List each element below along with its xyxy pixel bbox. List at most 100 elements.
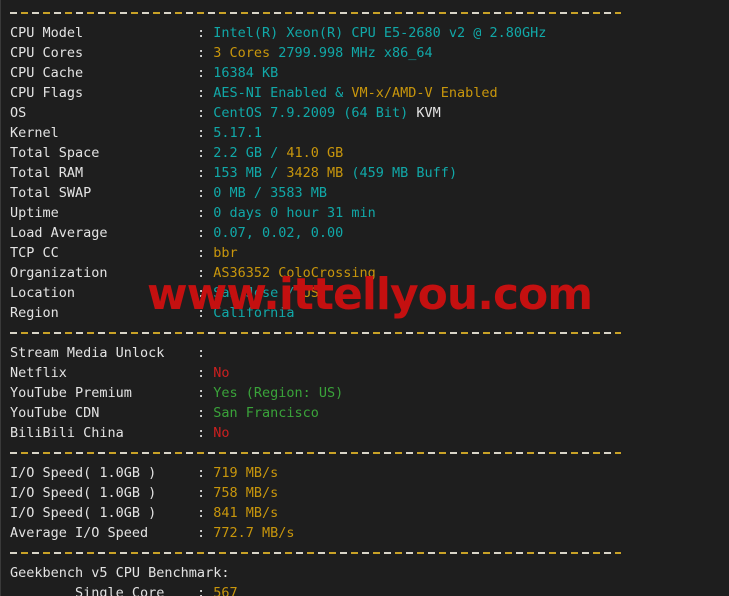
row-colon: : — [196, 405, 214, 421]
row-value: 16384 KB — [213, 65, 279, 81]
row-value: KVM — [416, 105, 441, 121]
io-speed-row-1: I/O Speed( 1.0GB ) : 758 MB/s — [1, 483, 729, 503]
row-value: 2799.998 MHz x86_64 — [278, 45, 433, 61]
row-colon: : — [196, 105, 214, 121]
sysinfo-row-cpu-model: CPU Model : Intel(R) Xeon(R) CPU E5-2680… — [1, 23, 729, 43]
row-colon: : — [196, 525, 214, 541]
row-label: OS — [10, 105, 197, 121]
separator-stream — [1, 323, 729, 343]
row-value: AES-NI Enabled — [213, 85, 336, 101]
row-value: 772.7 MB/s — [213, 525, 295, 541]
row-colon: : — [196, 385, 214, 401]
stream-media-header: Stream Media Unlock : — [1, 343, 729, 363]
row-label: Kernel — [10, 125, 197, 141]
io-speed-row-0: I/O Speed( 1.0GB ) : 719 MB/s — [1, 463, 729, 483]
row-label: Region — [10, 305, 197, 321]
row-colon: : — [196, 205, 214, 221]
row-value: / — [286, 285, 303, 301]
sysinfo-row-cpu-cores: CPU Cores : 3 Cores 2799.998 MHz x86_64 — [1, 43, 729, 63]
row-label: CPU Model — [10, 25, 197, 41]
row-value: 3 Cores — [213, 45, 279, 61]
sysinfo-row-region: Region : California — [1, 303, 729, 323]
row-colon: : — [196, 85, 214, 101]
sysinfo-row-tcp-cc: TCP CC : bbr — [1, 243, 729, 263]
row-value: San Francisco — [213, 405, 319, 421]
sysinfo-row-os: OS : CentOS 7.9.2009 (64 Bit) KVM — [1, 103, 729, 123]
row-label: CPU Cache — [10, 65, 197, 81]
sysinfo-row-total-swap: Total SWAP : 0 MB / 3583 MB — [1, 183, 729, 203]
row-colon: : — [196, 265, 214, 281]
sysinfo-row-total-space: Total Space : 2.2 GB / 41.0 GB — [1, 143, 729, 163]
row-value: (459 MB Buff) — [351, 165, 458, 181]
row-label: Average I/O Speed — [10, 525, 197, 541]
row-label: Uptime — [10, 205, 197, 221]
row-colon: : — [196, 225, 214, 241]
row-colon: : — [196, 345, 214, 361]
row-value: 3428 MB — [286, 165, 352, 181]
row-label: TCP CC — [10, 245, 197, 261]
stream-row-youtube-premium: YouTube Premium : Yes (Region: US) — [1, 383, 729, 403]
sysinfo-row-uptime: Uptime : 0 days 0 hour 31 min — [1, 203, 729, 223]
row-label: Location — [10, 285, 197, 301]
row-value: CentOS 7.9.2009 (64 Bit) — [213, 105, 417, 121]
row-colon: : — [196, 365, 214, 381]
row-value: No — [213, 365, 230, 381]
stream-row-bilibili-china: BiliBili China : No — [1, 423, 729, 443]
row-value: & — [335, 85, 352, 101]
row-label: Total SWAP — [10, 185, 197, 201]
row-value: San Jose — [213, 285, 287, 301]
row-label: BiliBili China — [10, 425, 197, 441]
sysinfo-row-location: Location : San Jose / US — [1, 283, 729, 303]
row-value: bbr — [213, 245, 238, 261]
stream-row-youtube-cdn: YouTube CDN : San Francisco — [1, 403, 729, 423]
sysinfo-row-cpu-cache: CPU Cache : 16384 KB — [1, 63, 729, 83]
row-value: 2.2 GB — [213, 145, 271, 161]
row-label: Netflix — [10, 365, 197, 381]
row-label: CPU Cores — [10, 45, 197, 61]
row-colon: : — [196, 245, 214, 261]
row-colon: : — [196, 305, 214, 321]
sysinfo-row-load-average: Load Average : 0.07, 0.02, 0.00 — [1, 223, 729, 243]
sysinfo-row-kernel: Kernel : 5.17.1 — [1, 123, 729, 143]
row-label: Load Average — [10, 225, 197, 241]
row-label: YouTube CDN — [10, 405, 197, 421]
geekbench-title: Geekbench v5 CPU Benchmark: — [1, 563, 729, 583]
row-value: 5.17.1 — [213, 125, 262, 141]
row-value: No — [213, 425, 230, 441]
row-value: US — [302, 285, 319, 301]
row-colon: : — [196, 165, 214, 181]
io-speed-row-3: Average I/O Speed : 772.7 MB/s — [1, 523, 729, 543]
row-colon: : — [196, 585, 214, 596]
row-value: 0 days 0 hour 31 min — [213, 205, 376, 221]
row-value: 719 MB/s — [213, 465, 279, 481]
row-value: 153 MB — [213, 165, 271, 181]
separator-top — [1, 3, 729, 23]
row-value: VM-x/AMD-V Enabled — [351, 85, 498, 101]
row-colon: : — [196, 25, 214, 41]
separator-line — [10, 12, 621, 14]
row-value: 758 MB/s — [213, 485, 279, 501]
section-title: Geekbench v5 CPU Benchmark: — [10, 565, 230, 581]
sysinfo-row-total-ram: Total RAM : 153 MB / 3428 MB (459 MB Buf… — [1, 163, 729, 183]
row-value: / — [270, 165, 287, 181]
row-value: / — [270, 145, 287, 161]
row-value: AS36352 ColoCrossing — [213, 265, 376, 281]
sysinfo-row-cpu-flags: CPU Flags : AES-NI Enabled & VM-x/AMD-V … — [1, 83, 729, 103]
row-colon: : — [196, 45, 214, 61]
terminal-output: CPU Model : Intel(R) Xeon(R) CPU E5-2680… — [1, 0, 729, 596]
row-colon: : — [196, 125, 214, 141]
row-label: CPU Flags — [10, 85, 197, 101]
row-colon: : — [196, 505, 214, 521]
row-label: Organization — [10, 265, 197, 281]
row-label: I/O Speed( 1.0GB ) — [10, 485, 197, 501]
row-colon: : — [196, 425, 214, 441]
row-value: 841 MB/s — [213, 505, 279, 521]
row-colon: : — [196, 145, 214, 161]
separator-line — [10, 452, 621, 454]
separator-io — [1, 443, 729, 463]
row-colon: : — [196, 465, 214, 481]
row-value: Yes (Region: US) — [213, 385, 344, 401]
terminal-window: CPU Model : Intel(R) Xeon(R) CPU E5-2680… — [0, 0, 729, 596]
row-label: I/O Speed( 1.0GB ) — [10, 505, 197, 521]
row-label: Single Core — [10, 585, 197, 596]
